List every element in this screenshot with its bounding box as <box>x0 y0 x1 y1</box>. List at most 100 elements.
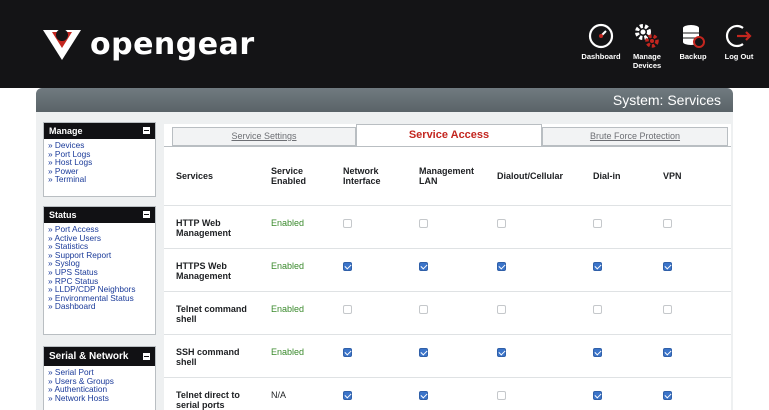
table-row: SSH command shell Enabled <box>164 333 731 377</box>
logout-link[interactable]: Log Out <box>717 22 761 70</box>
services-table: Services Service Enabled Network Interfa… <box>164 147 731 410</box>
management-lan-checkbox[interactable] <box>419 390 428 400</box>
management-lan-checkbox[interactable] <box>419 218 428 228</box>
logout-arrow-icon <box>725 24 752 48</box>
manage-devices-gears-icon <box>635 24 659 48</box>
collapse-icon[interactable] <box>143 211 150 218</box>
network-interface-cell <box>331 204 407 248</box>
vpn-cell <box>651 247 731 291</box>
dial-in-checkbox[interactable] <box>593 390 602 400</box>
network-interface-cell <box>331 290 407 334</box>
vpn-cell <box>651 204 731 248</box>
dialout-cellular-checkbox[interactable] <box>497 218 506 228</box>
network-interface-checkbox[interactable] <box>343 347 352 357</box>
logout-label: Log Out <box>724 52 754 61</box>
sidebar-item-network-hosts[interactable]: » Network Hosts <box>48 393 151 403</box>
service-name-cell: SSH command shell <box>164 333 259 377</box>
dial-in-cell <box>581 333 651 377</box>
management-lan-cell <box>407 290 485 334</box>
vpn-checkbox[interactable] <box>663 218 672 228</box>
dial-in-cell <box>581 204 651 248</box>
dial-in-checkbox[interactable] <box>593 347 602 357</box>
sidebar-heading-text: Manage <box>49 126 83 136</box>
tab-bar: Service Settings Service Access Brute Fo… <box>164 124 731 147</box>
network-interface-checkbox[interactable] <box>343 304 352 314</box>
sidebar-panel-serial-network: Serial & Network » Serial Port » Users &… <box>43 346 156 410</box>
dialout-cellular-checkbox[interactable] <box>497 390 506 400</box>
vpn-checkbox[interactable] <box>663 347 672 357</box>
services-table-wrapper: Services Service Enabled Network Interfa… <box>164 146 731 410</box>
top-nav: Dashboard Manage Devices Backup Log Out <box>577 22 761 70</box>
column-header-vpn: VPN <box>663 170 682 181</box>
dialout-cellular-cell <box>485 333 581 377</box>
brand-logo[interactable]: opengear <box>40 24 255 64</box>
backup-link[interactable]: Backup <box>671 22 715 70</box>
dial-in-checkbox[interactable] <box>593 261 602 271</box>
sidebar-heading-status: Status <box>44 207 155 223</box>
vpn-cell <box>651 290 731 334</box>
column-header-network-interface: Network Interface <box>343 165 381 186</box>
sidebar-panel-manage: Manage » Devices » Port Logs » Host Logs… <box>43 122 156 197</box>
dialout-cellular-cell <box>485 290 581 334</box>
table-row: Telnet direct to serial ports N/A <box>164 376 731 410</box>
management-lan-cell <box>407 247 485 291</box>
service-enabled-cell: N/A <box>259 376 331 410</box>
network-interface-cell <box>331 247 407 291</box>
table-header-row: Services Service Enabled Network Interfa… <box>164 147 731 205</box>
dialout-cellular-checkbox[interactable] <box>497 304 506 314</box>
dial-in-checkbox[interactable] <box>593 304 602 314</box>
top-header: opengear Dashboard Manage Devices Backup… <box>0 0 769 88</box>
management-lan-checkbox[interactable] <box>419 261 428 271</box>
tab-brute-force-protection[interactable]: Brute Force Protection <box>542 127 728 146</box>
tab-service-settings[interactable]: Service Settings <box>172 127 356 146</box>
tab-service-access[interactable]: Service Access <box>356 124 542 147</box>
dialout-cellular-cell <box>485 247 581 291</box>
service-name-cell: HTTP Web Management <box>164 204 259 248</box>
management-lan-cell <box>407 376 485 410</box>
service-name-cell: HTTPS Web Management <box>164 247 259 291</box>
management-lan-checkbox[interactable] <box>419 304 428 314</box>
dial-in-cell <box>581 376 651 410</box>
service-enabled-cell: Enabled <box>259 204 331 248</box>
collapse-icon[interactable] <box>143 127 150 134</box>
column-header-service-enabled: Service Enabled <box>271 165 307 186</box>
brand-name: opengear <box>90 26 255 62</box>
network-interface-checkbox[interactable] <box>343 261 352 271</box>
vpn-checkbox[interactable] <box>663 261 672 271</box>
sidebar-panel-status: Status » Port Access » Active Users » St… <box>43 206 156 335</box>
sidebar-heading-text: Status <box>49 210 77 220</box>
column-header-dialout-cellular: Dialout/Cellular <box>497 170 564 181</box>
service-enabled-cell: Enabled <box>259 290 331 334</box>
dial-in-cell <box>581 290 651 334</box>
dashboard-gauge-icon <box>588 23 614 49</box>
vpn-checkbox[interactable] <box>663 390 672 400</box>
manage-devices-label: Manage Devices <box>632 52 662 70</box>
opengear-logo-icon <box>43 29 81 60</box>
manage-devices-link[interactable]: Manage Devices <box>625 22 669 70</box>
collapse-icon[interactable] <box>143 353 150 360</box>
right-gutter <box>731 124 733 410</box>
dialout-cellular-checkbox[interactable] <box>497 347 506 357</box>
network-interface-checkbox[interactable] <box>343 390 352 400</box>
service-name-cell: Telnet direct to serial ports <box>164 376 259 410</box>
vpn-cell <box>651 376 731 410</box>
dialout-cellular-checkbox[interactable] <box>497 261 506 271</box>
vpn-checkbox[interactable] <box>663 304 672 314</box>
column-header-dial-in: Dial-in <box>593 170 621 181</box>
sidebar-item-dashboard[interactable]: » Dashboard <box>48 302 151 311</box>
network-interface-cell <box>331 376 407 410</box>
dashboard-link[interactable]: Dashboard <box>579 22 623 70</box>
service-enabled-cell: Enabled <box>259 247 331 291</box>
management-lan-cell <box>407 333 485 377</box>
network-interface-cell <box>331 333 407 377</box>
dial-in-cell <box>581 247 651 291</box>
management-lan-cell <box>407 204 485 248</box>
management-lan-checkbox[interactable] <box>419 347 428 357</box>
dial-in-checkbox[interactable] <box>593 218 602 228</box>
services-table-body: HTTP Web Management Enabled HTTPS Web Mana… <box>164 204 731 410</box>
sidebar-heading-text: Serial & Network <box>49 351 129 362</box>
network-interface-checkbox[interactable] <box>343 218 352 228</box>
backup-database-icon <box>683 25 705 48</box>
main-panel: Service Settings Service Access Brute Fo… <box>164 124 731 410</box>
sidebar-item-terminal[interactable]: » Terminal <box>48 175 151 184</box>
